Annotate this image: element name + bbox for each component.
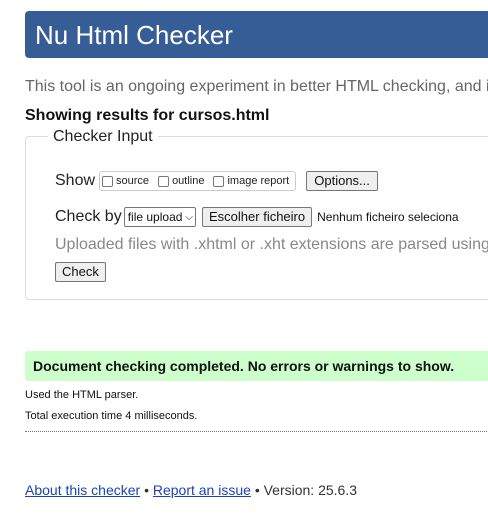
check-by-row: Check by file upload ⌵ Escolher ficheiro… xyxy=(55,207,459,227)
source-checkbox[interactable] xyxy=(102,175,114,187)
intro-text: This tool is an ongoing experiment in be… xyxy=(25,78,488,95)
page-title: Nu Html Checker xyxy=(35,20,233,50)
checker-input-panel: Checker Input Show source outline image … xyxy=(25,128,488,300)
show-label: Show xyxy=(55,172,96,189)
show-outline-option[interactable]: outline xyxy=(158,175,204,187)
results-heading: Showing results for cursos.html xyxy=(25,107,270,124)
show-source-option[interactable]: source xyxy=(102,175,149,187)
chevron-down-icon: ⌵ xyxy=(185,211,194,223)
parser-info: Used the HTML parser. xyxy=(25,389,139,401)
check-button-row: Check xyxy=(55,262,106,282)
file-status-text: Nenhum ficheiro seleciona xyxy=(317,210,459,224)
show-image-report-option[interactable]: image report xyxy=(213,175,289,187)
upload-note: Uploaded files with .xhtml or .xht exten… xyxy=(55,236,488,253)
source-checkbox-label: source xyxy=(116,175,150,187)
page: Nu Html Checker This tool is an ongoing … xyxy=(0,0,488,532)
checker-input-legend: Checker Input xyxy=(48,128,158,146)
footer: About this checker • Report an issue • V… xyxy=(25,482,357,498)
check-by-select[interactable]: file upload ⌵ xyxy=(123,207,197,227)
header-banner: Nu Html Checker xyxy=(25,11,488,58)
report-issue-link[interactable]: Report an issue xyxy=(153,482,251,498)
footer-separator: • xyxy=(144,482,149,498)
outline-checkbox[interactable] xyxy=(158,175,170,187)
success-message: Document checking completed. No errors o… xyxy=(33,358,455,374)
divider xyxy=(25,431,488,432)
about-checker-link[interactable]: About this checker xyxy=(25,482,140,498)
choose-file-button[interactable]: Escolher ficheiro xyxy=(202,207,313,227)
version-text: Version: 25.6.3 xyxy=(263,482,358,498)
execution-time: Total execution time 4 milliseconds. xyxy=(25,410,198,422)
success-message-box: Document checking completed. No errors o… xyxy=(25,351,488,381)
show-options-group: source outline image report xyxy=(99,171,297,191)
check-by-selected-value: file upload xyxy=(127,210,183,224)
check-by-label: Check by xyxy=(55,208,122,225)
show-options-row: Show source outline image report Options… xyxy=(55,171,378,191)
options-button[interactable]: Options... xyxy=(306,171,378,191)
image-report-checkbox-label: image report xyxy=(227,175,290,187)
footer-separator: • xyxy=(254,482,260,498)
check-button[interactable]: Check xyxy=(55,262,106,282)
outline-checkbox-label: outline xyxy=(172,175,205,187)
image-report-checkbox[interactable] xyxy=(213,175,225,187)
